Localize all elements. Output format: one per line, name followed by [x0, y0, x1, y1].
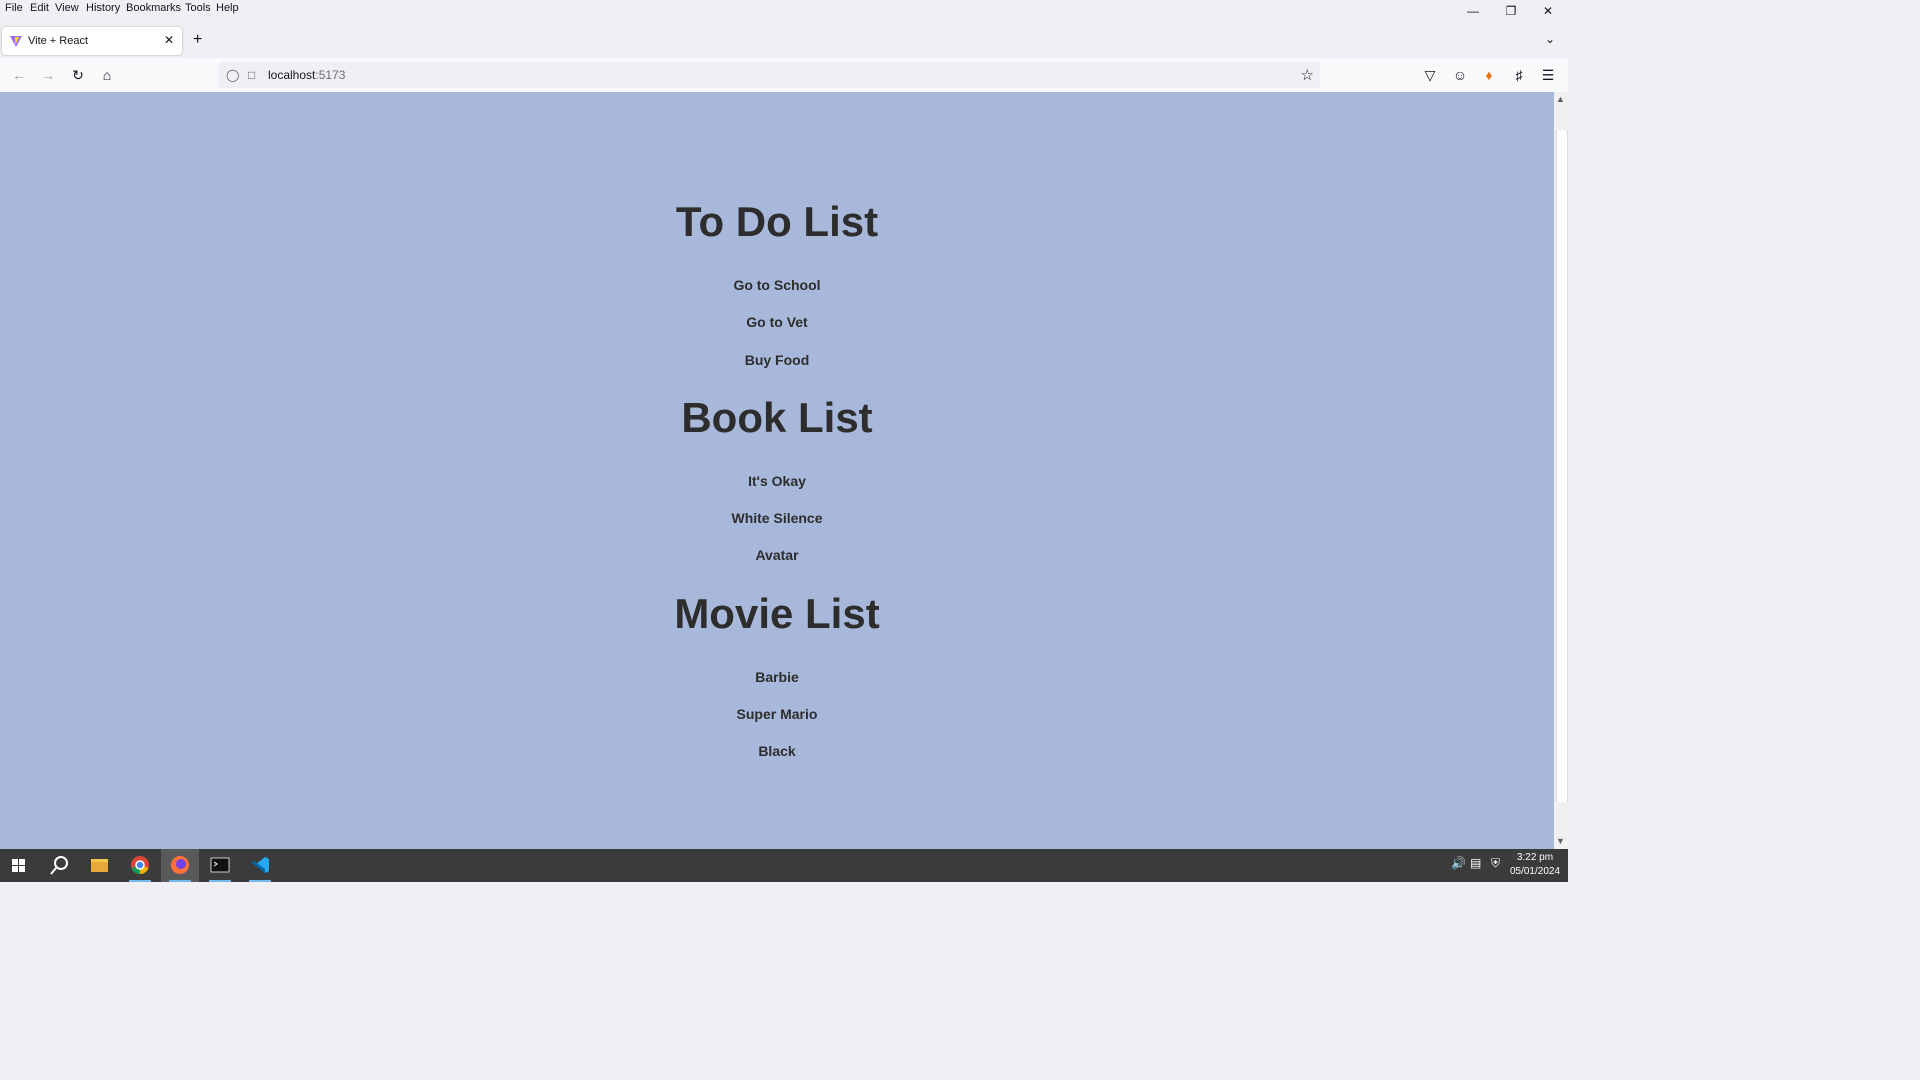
page-info-icon[interactable]: □: [248, 68, 255, 82]
search-button[interactable]: [40, 849, 78, 882]
minimize-icon[interactable]: —: [1466, 4, 1480, 18]
chrome-button[interactable]: [121, 849, 159, 882]
list-item: Go to Vet: [746, 314, 808, 330]
back-icon[interactable]: ←: [10, 66, 28, 84]
vscode-icon: [251, 857, 269, 873]
pocket-icon[interactable]: ▽: [1421, 66, 1439, 84]
metamask-fox-icon[interactable]: ♦: [1480, 66, 1498, 84]
url-host: localhost: [268, 68, 316, 82]
list-item: Black: [758, 743, 796, 759]
clock[interactable]: 3:22 pm 05/01/2024: [1505, 851, 1565, 879]
list-item: Go to School: [733, 277, 821, 293]
url-text: localhost:5173: [268, 68, 345, 82]
reload-icon[interactable]: ↻: [69, 66, 87, 84]
close-tab-icon[interactable]: ✕: [164, 33, 174, 47]
section-title-books: Book List: [681, 394, 873, 441]
menu-bookmarks[interactable]: Bookmarks: [126, 2, 181, 14]
network-icon[interactable]: ▤: [1470, 856, 1481, 870]
restore-icon[interactable]: ❐: [1504, 4, 1518, 18]
scroll-down-icon[interactable]: ▼: [1556, 836, 1565, 846]
menu-view[interactable]: View: [55, 2, 79, 14]
clock-time: 3:22 pm: [1516, 852, 1554, 863]
taskbar: 🔊 ▤ ⛨ 3:22 pm 05/01/2024: [0, 849, 1568, 882]
windows-logo-icon: [12, 859, 25, 872]
terminal-button[interactable]: [201, 849, 239, 882]
url-bar[interactable]: ◯ □ localhost:5173 ☆: [218, 62, 1320, 88]
file-explorer-button[interactable]: [80, 849, 118, 882]
list-item: Buy Food: [744, 352, 810, 368]
close-window-icon[interactable]: ✕: [1541, 4, 1555, 18]
list-tabs-icon[interactable]: ⌄: [1545, 32, 1555, 46]
chrome-icon: [131, 856, 149, 874]
list-item: It's Okay: [748, 473, 806, 489]
app-menu-icon[interactable]: ☰: [1539, 66, 1557, 84]
list-item: Avatar: [755, 547, 799, 563]
section-title-todo: To Do List: [675, 198, 879, 245]
section-title-movies: Movie List: [674, 590, 880, 637]
nav-toolbar: ← → ↻ ⌂ ◯ □ localhost:5173 ☆ ▽ ☺ ♦ ♯ ☰: [0, 58, 1568, 93]
clock-date: 05/01/2024: [1509, 866, 1561, 877]
firefox-button[interactable]: [161, 849, 199, 882]
forward-icon[interactable]: →: [39, 66, 57, 84]
folder-icon: [91, 859, 108, 872]
start-button[interactable]: [0, 849, 38, 882]
menu-file[interactable]: File: [5, 2, 23, 14]
vite-logo-icon: [10, 36, 22, 47]
menu-tools[interactable]: Tools: [185, 2, 211, 14]
new-tab-icon[interactable]: +: [193, 31, 202, 49]
list-item: Super Mario: [736, 706, 818, 722]
extensions-icon[interactable]: ♯: [1510, 66, 1528, 84]
volume-icon[interactable]: 🔊: [1451, 856, 1466, 870]
vertical-scrollbar[interactable]: ▲ ▼: [1554, 92, 1568, 849]
menu-bar: File Edit View History Bookmarks Tools H…: [0, 0, 1568, 18]
tab-title: Vite + React: [28, 35, 89, 47]
account-icon[interactable]: ☺: [1451, 66, 1469, 84]
scroll-up-icon[interactable]: ▲: [1556, 94, 1565, 104]
bookmark-star-icon[interactable]: ☆: [1301, 66, 1314, 84]
page-content: To Do List Go to School Go to Vet Buy Fo…: [0, 92, 1554, 849]
tab-strip: Vite + React ✕ + ⌄: [0, 18, 1568, 58]
shield-icon[interactable]: ◯: [226, 68, 239, 82]
security-icon[interactable]: ⛨: [1491, 856, 1500, 871]
list-item: White Silence: [731, 510, 823, 526]
menu-help[interactable]: Help: [216, 2, 239, 14]
list-item: Barbie: [755, 669, 799, 685]
menu-history[interactable]: History: [86, 2, 120, 14]
menu-edit[interactable]: Edit: [30, 2, 49, 14]
firefox-icon: [171, 856, 189, 874]
search-icon: [50, 856, 68, 875]
scrollbar-thumb[interactable]: [1556, 130, 1568, 802]
tab-vite-react[interactable]: Vite + React ✕: [2, 27, 182, 55]
home-icon[interactable]: ⌂: [98, 66, 116, 84]
vscode-button[interactable]: [241, 849, 279, 882]
url-port: :5173: [315, 68, 346, 82]
terminal-icon: [210, 857, 230, 873]
